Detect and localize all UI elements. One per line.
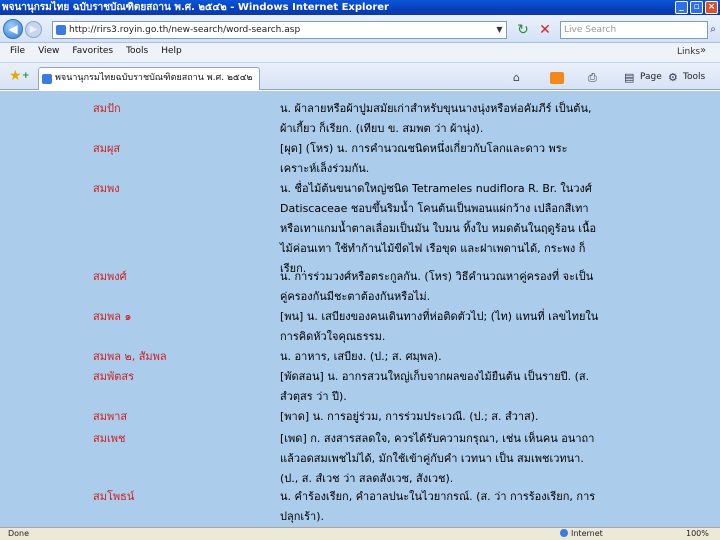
address-dropdown-icon[interactable]: ▼ <box>494 22 505 37</box>
page-icon <box>56 25 66 35</box>
entry-definition: [พน] น. เสบียงของคนเดินทางที่ห่อติดตัวไป… <box>280 310 599 343</box>
home-icon[interactable]: ⌂ <box>513 71 520 84</box>
menu-file[interactable]: File <box>10 46 25 56</box>
menu-help[interactable]: Help <box>161 46 182 56</box>
status-bar: Done Internet 100% <box>0 527 720 540</box>
entry-definition: น. อาหาร, เสบียง. (ป.; ส. ศมฺพล). <box>280 350 442 363</box>
entry-word: สมโพธน์ <box>93 490 135 503</box>
entry-word: สมผุส <box>93 142 121 155</box>
back-button[interactable]: ◀ <box>3 19 23 39</box>
globe-icon <box>560 529 568 537</box>
maximize-button[interactable]: ▫ <box>690 1 703 14</box>
feeds-icon[interactable] <box>550 72 564 84</box>
security-zone: Internet <box>560 528 603 540</box>
add-favorite-icon[interactable]: + <box>22 71 30 81</box>
status-text: Done <box>8 529 30 538</box>
tab-page-icon <box>42 74 52 84</box>
entry-definition: น. ชื่อไม้ต้นขนาดใหญ่ชนิด Tetrameles nud… <box>280 182 597 275</box>
refresh-icon[interactable]: ↻ <box>514 21 532 39</box>
entry-word: สมพล ๑ <box>93 310 132 323</box>
print-icon[interactable]: ⎙ <box>588 71 597 85</box>
links-label[interactable]: Links <box>677 47 700 57</box>
entry-definition: [ผุด] (โหร) น. การคำนวณชนิดหนึ่งเกี่ยวกั… <box>280 142 568 175</box>
menu-favorites[interactable]: Favorites <box>72 46 113 56</box>
minimize-button[interactable]: _ <box>675 1 688 14</box>
dictionary-results: สมปัก น. ผ้าลายหรือผ้าปูมสมัยเก่าสำหรับข… <box>0 91 720 527</box>
stop-icon[interactable]: ✕ <box>536 21 554 39</box>
address-bar[interactable]: http://rirs3.royin.go.th/new-search/word… <box>52 21 507 39</box>
tab-title: พจนานุกรมไทยฉบับราชบัณฑิตยสถาน พ.ศ. ๒๕๔๒ <box>55 73 253 83</box>
entry-definition: น. คำร้องเรียก, คำอาลปนะในไวยากรณ์. (ส. … <box>280 490 596 523</box>
address-toolbar: ◀ ▶ http://rirs3.royin.go.th/new-search/… <box>0 15 720 43</box>
entry-definition: [พัดสอน] น. อากรสวนใหญ่เก็บจากผลของไม้ยื… <box>280 370 590 403</box>
tab-bar: ★ + พจนานุกรมไทยฉบับราชบัณฑิตยสถาน พ.ศ. … <box>0 63 720 90</box>
tools-menu-label[interactable]: Tools <box>683 72 705 82</box>
menu-view[interactable]: View <box>38 46 59 56</box>
address-url: http://rirs3.royin.go.th/new-search/word… <box>69 25 301 35</box>
entry-word: สมพล ๒, สัมพล <box>93 350 167 363</box>
menu-items: File View Favorites Tools Help <box>10 46 182 56</box>
tools-menu-icon[interactable]: ⚙ <box>668 71 678 84</box>
window-title-bar: พจนานุกรมไทย ฉบับราชบัณฑิตยสถาน พ.ศ. ๒๕๔… <box>0 0 720 15</box>
close-button[interactable]: × <box>705 1 718 14</box>
favorites-star-icon[interactable]: ★ <box>9 68 22 84</box>
forward-button[interactable]: ▶ <box>25 21 42 38</box>
entry-word: สมเพช <box>93 432 126 445</box>
entry-word: สมพาส <box>93 410 128 423</box>
entry-word: สมปัก <box>93 102 121 115</box>
entry-word: สมพัตสร <box>93 370 134 383</box>
window-title: พจนานุกรมไทย ฉบับราชบัณฑิตยสถาน พ.ศ. ๒๕๔… <box>2 2 389 13</box>
menu-bar: File View Favorites Tools Help Links » <box>0 43 720 63</box>
search-input[interactable]: Live Search <box>560 21 708 39</box>
zoom-level[interactable]: 100% <box>686 528 709 540</box>
entry-definition: น. การร่วมวงศ์หรือตระกูลกัน. (โหร) วิธีค… <box>280 270 594 303</box>
window-controls: _ ▫ × <box>675 1 718 14</box>
entry-definition: [พาด] น. การอยู่ร่วม, การร่วมประเวณี. (ป… <box>280 410 539 423</box>
search-icon[interactable]: ⌕ <box>706 22 720 37</box>
entry-word: สมพง <box>93 182 120 195</box>
chevron-right-icon[interactable]: » <box>700 45 706 56</box>
search-placeholder: Live Search <box>564 25 617 35</box>
page-menu-label[interactable]: Page <box>640 72 662 82</box>
menu-tools[interactable]: Tools <box>126 46 148 56</box>
tab-active[interactable]: พจนานุกรมไทยฉบับราชบัณฑิตยสถาน พ.ศ. ๒๕๔๒ <box>38 67 260 90</box>
zone-label: Internet <box>571 529 603 538</box>
entry-word: สมพงศ์ <box>93 270 127 283</box>
page-menu-icon[interactable]: ▤ <box>624 71 634 84</box>
entry-definition: [เพด] ก. สงสารสลดใจ, ควรได้รับความกรุณา,… <box>280 432 595 485</box>
entry-definition: น. ผ้าลายหรือผ้าปูมสมัยเก่าสำหรับขุนนางน… <box>280 102 592 135</box>
